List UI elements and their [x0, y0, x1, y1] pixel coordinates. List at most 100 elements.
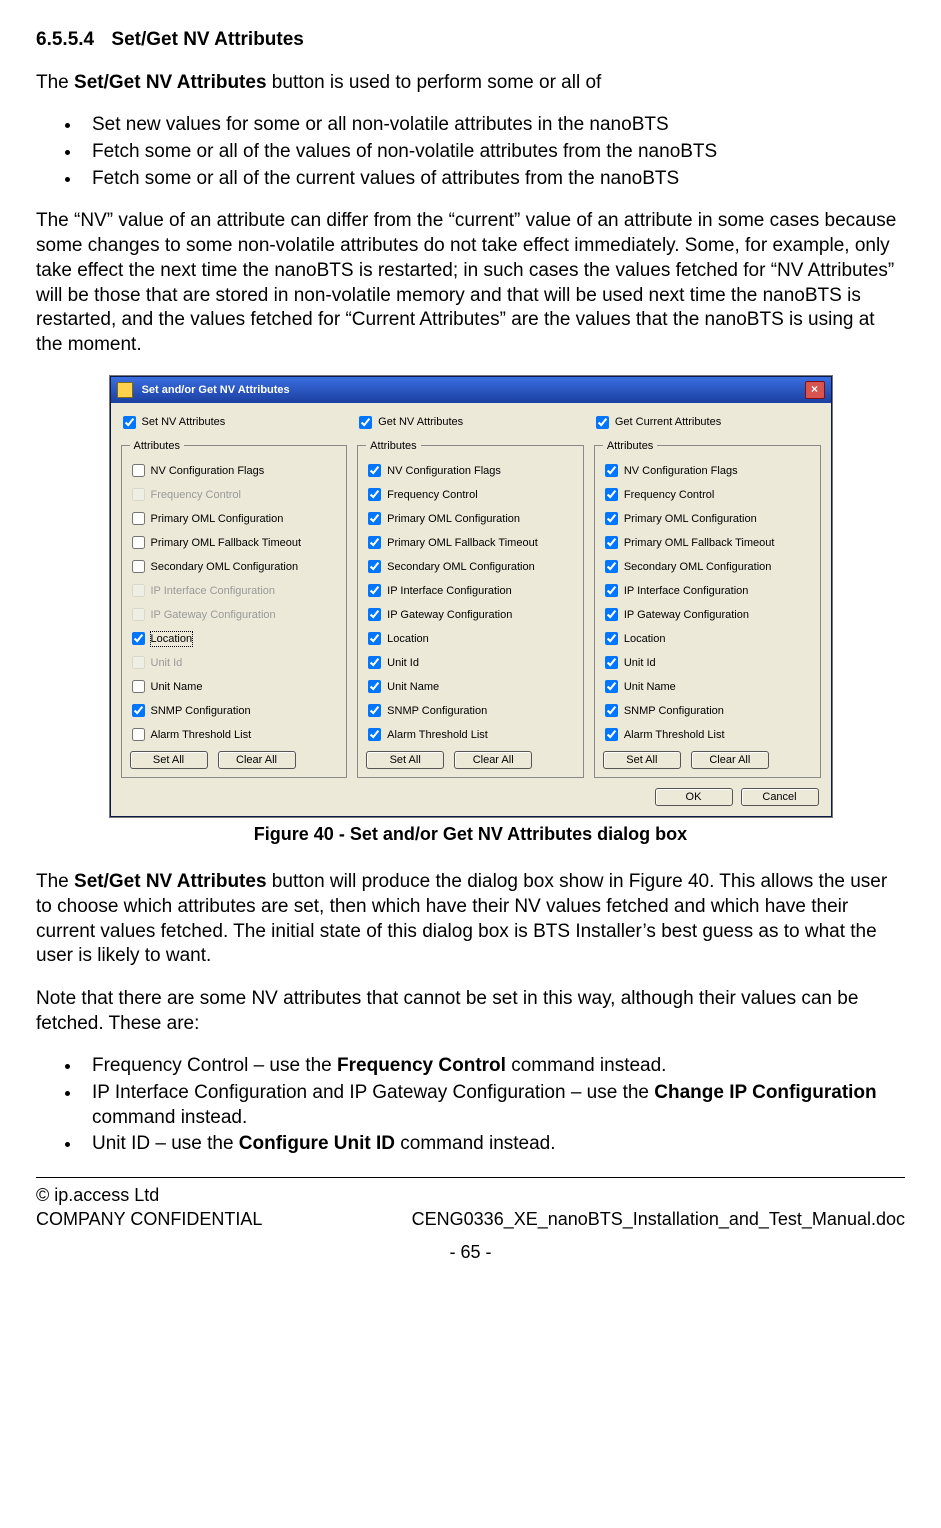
checkbox-input[interactable]: [132, 512, 145, 525]
checkbox-input[interactable]: [132, 464, 145, 477]
attribute-checkbox-row[interactable]: Secondary OML Configuration: [132, 559, 339, 575]
attribute-checkbox-row[interactable]: Frequency Control: [368, 487, 575, 503]
cancel-button[interactable]: Cancel: [741, 788, 819, 806]
attribute-checkbox-row[interactable]: Primary OML Configuration: [605, 511, 812, 527]
checkbox-input[interactable]: [605, 560, 618, 573]
clear-all-button[interactable]: Clear All: [454, 751, 532, 769]
checkbox-label: SNMP Configuration: [387, 704, 487, 718]
attribute-checkbox-row[interactable]: Primary OML Fallback Timeout: [605, 535, 812, 551]
attribute-checkbox-row[interactable]: SNMP Configuration: [368, 703, 575, 719]
attribute-checkbox-row[interactable]: Location: [605, 631, 812, 647]
checkbox-label: Unit Id: [387, 656, 419, 670]
attribute-checkbox-row[interactable]: Primary OML Fallback Timeout: [368, 535, 575, 551]
attribute-checkbox-row[interactable]: Primary OML Configuration: [368, 511, 575, 527]
checkbox-input[interactable]: [132, 728, 145, 741]
checkbox-input[interactable]: [605, 656, 618, 669]
attribute-checkbox-row[interactable]: SNMP Configuration: [605, 703, 812, 719]
checkbox-input: [132, 656, 145, 669]
attribute-checkbox-row[interactable]: Alarm Threshold List: [132, 727, 339, 743]
checkbox-label: Unit Name: [624, 680, 676, 694]
checkbox-input[interactable]: [605, 464, 618, 477]
list-item: Unit ID – use the Configure Unit ID comm…: [82, 1132, 905, 1157]
checkbox-label: Primary OML Fallback Timeout: [151, 536, 302, 550]
checkbox-input[interactable]: [368, 560, 381, 573]
ok-button[interactable]: OK: [655, 788, 733, 806]
column-header-checkbox[interactable]: Set NV Attributes: [123, 415, 348, 431]
checkbox-input[interactable]: [359, 416, 372, 429]
text: IP Interface Configuration and IP Gatewa…: [92, 1082, 654, 1103]
checkbox-input[interactable]: [368, 680, 381, 693]
footer-rule: [36, 1177, 905, 1178]
checkbox-input[interactable]: [605, 512, 618, 525]
figure-caption: Figure 40 - Set and/or Get NV Attributes…: [36, 823, 905, 846]
checkbox-label: Alarm Threshold List: [151, 728, 252, 742]
checkbox-input[interactable]: [596, 416, 609, 429]
checkbox-input[interactable]: [132, 704, 145, 717]
attribute-checkbox-row[interactable]: Unit Id: [605, 655, 812, 671]
clear-all-button[interactable]: Clear All: [218, 751, 296, 769]
attribute-checkbox-row[interactable]: Primary OML Fallback Timeout: [132, 535, 339, 551]
attribute-checkbox-row[interactable]: IP Gateway Configuration: [605, 607, 812, 623]
checkbox-input[interactable]: [123, 416, 136, 429]
attribute-checkbox-row[interactable]: Frequency Control: [605, 487, 812, 503]
footer-copyright: © ip.access Ltd: [36, 1184, 905, 1207]
checkbox-label: NV Configuration Flags: [624, 464, 738, 478]
attribute-checkbox-row[interactable]: Location: [368, 631, 575, 647]
checkbox-input[interactable]: [368, 632, 381, 645]
attribute-checkbox-row[interactable]: Unit Id: [368, 655, 575, 671]
column-header-checkbox[interactable]: Get NV Attributes: [359, 415, 584, 431]
attribute-checkbox-row[interactable]: IP Gateway Configuration: [368, 607, 575, 623]
checkbox-label: Unit Id: [151, 656, 183, 670]
attribute-checkbox-row[interactable]: Unit Name: [605, 679, 812, 695]
page-number: - 65 -: [36, 1241, 905, 1264]
close-icon[interactable]: ×: [805, 381, 825, 399]
attribute-checkbox-row[interactable]: NV Configuration Flags: [368, 463, 575, 479]
checkbox-input[interactable]: [368, 728, 381, 741]
attribute-checkbox-row[interactable]: Unit Name: [368, 679, 575, 695]
checkbox-input[interactable]: [368, 464, 381, 477]
checkbox-input[interactable]: [605, 704, 618, 717]
checkbox-input[interactable]: [605, 632, 618, 645]
checkbox-input[interactable]: [605, 488, 618, 501]
checkbox-input[interactable]: [605, 608, 618, 621]
attribute-checkbox-row[interactable]: Alarm Threshold List: [368, 727, 575, 743]
set-all-button[interactable]: Set All: [366, 751, 444, 769]
note-paragraph: Note that there are some NV attributes t…: [36, 987, 905, 1036]
attribute-checkbox-row[interactable]: NV Configuration Flags: [605, 463, 812, 479]
attribute-checkbox-row[interactable]: Unit Name: [132, 679, 339, 695]
checkbox-label: Get NV Attributes: [378, 415, 463, 429]
checkbox-label: Primary OML Configuration: [387, 512, 520, 526]
attribute-checkbox-row[interactable]: IP Interface Configuration: [368, 583, 575, 599]
checkbox-label: Primary OML Fallback Timeout: [624, 536, 775, 550]
checkbox-input[interactable]: [368, 608, 381, 621]
checkbox-label: SNMP Configuration: [151, 704, 251, 718]
checkbox-input[interactable]: [368, 488, 381, 501]
checkbox-input: [132, 584, 145, 597]
set-all-button[interactable]: Set All: [603, 751, 681, 769]
attribute-checkbox-row[interactable]: Secondary OML Configuration: [368, 559, 575, 575]
checkbox-input[interactable]: [132, 680, 145, 693]
checkbox-input[interactable]: [368, 656, 381, 669]
checkbox-input[interactable]: [132, 632, 145, 645]
checkbox-input[interactable]: [605, 728, 618, 741]
attribute-checkbox-row[interactable]: Location: [132, 631, 339, 647]
attribute-checkbox-row[interactable]: NV Configuration Flags: [132, 463, 339, 479]
checkbox-input[interactable]: [368, 584, 381, 597]
checkbox-input[interactable]: [368, 704, 381, 717]
checkbox-input[interactable]: [368, 536, 381, 549]
column-header-checkbox[interactable]: Get Current Attributes: [596, 415, 821, 431]
checkbox-input[interactable]: [132, 560, 145, 573]
checkbox-input[interactable]: [368, 512, 381, 525]
set-all-button[interactable]: Set All: [130, 751, 208, 769]
checkbox-input[interactable]: [605, 584, 618, 597]
checkbox-input[interactable]: [605, 536, 618, 549]
fieldset-legend: Attributes: [366, 439, 420, 453]
checkbox-input[interactable]: [132, 536, 145, 549]
attribute-checkbox-row[interactable]: IP Interface Configuration: [605, 583, 812, 599]
attribute-checkbox-row[interactable]: Alarm Threshold List: [605, 727, 812, 743]
attribute-checkbox-row[interactable]: Secondary OML Configuration: [605, 559, 812, 575]
attribute-checkbox-row[interactable]: SNMP Configuration: [132, 703, 339, 719]
checkbox-input[interactable]: [605, 680, 618, 693]
clear-all-button[interactable]: Clear All: [691, 751, 769, 769]
attribute-checkbox-row[interactable]: Primary OML Configuration: [132, 511, 339, 527]
